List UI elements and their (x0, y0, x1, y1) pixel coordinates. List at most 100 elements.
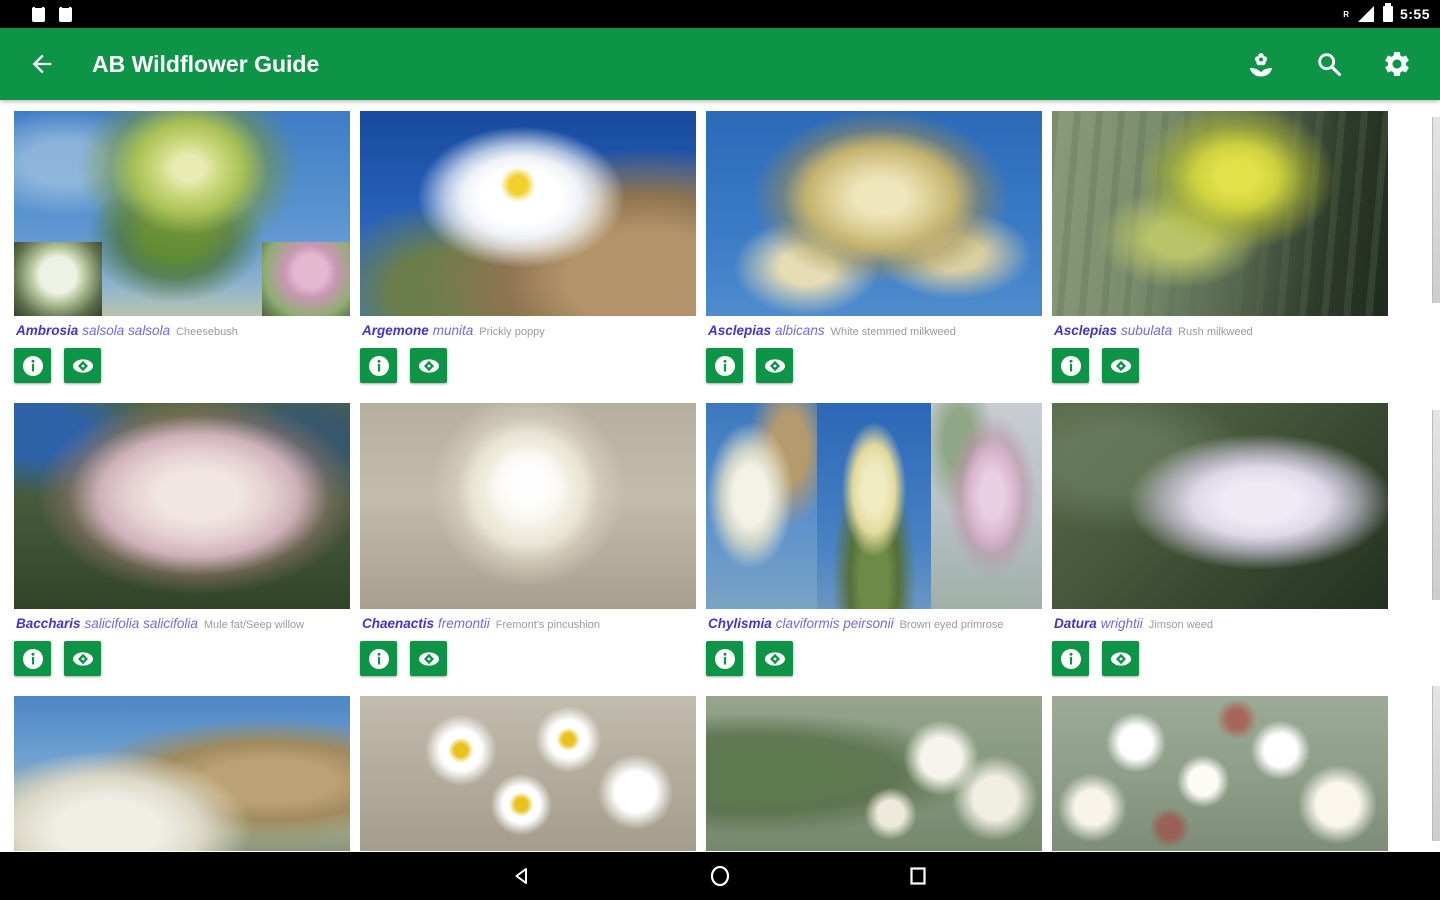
info-button[interactable] (1052, 348, 1089, 383)
next-column-sliver (1432, 410, 1440, 600)
page-title: AB Wildflower Guide (92, 50, 320, 77)
clock: 5:55 (1399, 6, 1430, 22)
species-photo[interactable] (360, 111, 696, 316)
species-name: fremontii (438, 616, 490, 631)
eye-icon (72, 651, 93, 666)
nav-recents-button[interactable] (888, 856, 948, 896)
photo-inset (14, 242, 102, 316)
species-card: Asclepias albicans White stemmed milkweed (706, 111, 1042, 383)
species-caption: Asclepias subulata Rush milkweed (1054, 323, 1386, 338)
search-icon (1318, 53, 1342, 77)
info-button[interactable] (1052, 641, 1089, 676)
notification-icon (59, 4, 72, 22)
info-button[interactable] (360, 641, 397, 676)
eye-button[interactable] (756, 641, 793, 676)
species-card (360, 696, 696, 851)
eye-button[interactable] (410, 641, 447, 676)
eye-icon (764, 358, 785, 373)
eye-button[interactable] (1102, 641, 1139, 676)
flower-filter-button[interactable] (1240, 43, 1282, 85)
gear-icon (1385, 52, 1409, 76)
roaming-indicator: R (1343, 10, 1349, 19)
species-caption: Chaenactis fremontii Fremont's pincushion (362, 616, 694, 631)
info-icon (368, 355, 389, 376)
eye-icon (1110, 651, 1131, 666)
info-button[interactable] (706, 641, 743, 676)
eye-button[interactable] (756, 348, 793, 383)
species-photo[interactable] (360, 403, 696, 609)
species-card: Baccharis salicifolia salicifolia Mule fat… (14, 403, 350, 676)
android-nav-bar (0, 852, 1440, 900)
eye-icon (418, 358, 439, 373)
eye-button[interactable] (1102, 348, 1139, 383)
back-triangle-icon (515, 868, 527, 884)
species-photo[interactable] (1052, 111, 1388, 316)
info-icon (22, 648, 43, 669)
species-card (706, 696, 1042, 851)
info-button[interactable] (706, 348, 743, 383)
info-button[interactable] (360, 348, 397, 383)
info-icon (368, 648, 389, 669)
species-photo[interactable] (14, 403, 350, 609)
genus-name: Argemone (362, 323, 429, 338)
species-card: Ambrosia salsola salsola Cheesebush (14, 111, 350, 383)
nav-back-button[interactable] (492, 856, 552, 896)
eye-button[interactable] (64, 348, 101, 383)
info-icon (714, 648, 735, 669)
genus-name: Chaenactis (362, 616, 435, 631)
species-card: Datura wrightii Jimson weed (1052, 403, 1388, 676)
back-button[interactable] (14, 36, 70, 92)
species-caption: Datura wrightii Jimson weed (1054, 616, 1386, 631)
genus-name: Chylismia (708, 616, 772, 631)
species-name: wrightii (1100, 616, 1143, 631)
info-icon (22, 355, 43, 376)
next-column-sliver (1432, 117, 1440, 303)
info-icon (1060, 648, 1081, 669)
species-photo[interactable] (706, 403, 1042, 609)
genus-name: Ambrosia (16, 323, 79, 338)
app-bar: AB Wildflower Guide (0, 28, 1440, 100)
signal-icon (1357, 6, 1374, 22)
home-circle-icon (710, 865, 730, 887)
nav-home-button[interactable] (690, 856, 750, 896)
species-caption: Ambrosia salsola salsola Cheesebush (16, 323, 348, 338)
species-photo[interactable] (706, 111, 1042, 316)
genus-name: Datura (1054, 616, 1097, 631)
species-name: salicifolia salicifolia (84, 616, 198, 631)
common-name: White stemmed milkweed (830, 326, 956, 338)
common-name: Fremont's pincushion (495, 619, 601, 631)
eye-button[interactable] (410, 348, 447, 383)
notification-icon (32, 4, 45, 22)
settings-button[interactable] (1376, 43, 1418, 85)
genus-name: Asclepias (708, 323, 772, 338)
common-name: Cheesebush (176, 326, 238, 338)
species-name: claviformis peirsonii (775, 616, 894, 631)
species-name: subulata (1121, 323, 1173, 338)
species-name: salsola salsola (82, 323, 171, 338)
common-name: Brown eyed primrose (899, 619, 1004, 631)
species-card: Chaenactis fremontii Fremont's pincushion (360, 403, 696, 676)
species-photo[interactable] (706, 696, 1042, 851)
info-icon (1060, 355, 1081, 376)
species-card: Argemone munita Prickly poppy (360, 111, 696, 383)
genus-name: Asclepias (1054, 323, 1118, 338)
species-photo[interactable] (14, 111, 350, 316)
species-photo[interactable] (14, 696, 350, 851)
eye-icon (764, 651, 785, 666)
info-button[interactable] (14, 348, 51, 383)
species-name: albicans (775, 323, 825, 338)
common-name: Jimson weed (1148, 619, 1213, 631)
species-card (14, 696, 350, 851)
battery-icon (1382, 3, 1393, 22)
species-photo[interactable] (360, 696, 696, 851)
species-caption: Argemone munita Prickly poppy (362, 323, 694, 338)
eye-button[interactable] (64, 641, 101, 676)
search-button[interactable] (1308, 43, 1350, 85)
species-caption: Asclepias albicans White stemmed milkweed (708, 323, 1040, 338)
arrow-left-icon (32, 54, 52, 74)
species-photo[interactable] (1052, 403, 1388, 609)
info-button[interactable] (14, 641, 51, 676)
species-photo[interactable] (1052, 696, 1388, 851)
species-caption: Baccharis salicifolia salicifolia Mule fat… (16, 616, 348, 631)
species-grid: Ambrosia salsola salsola Cheesebush Arge… (0, 100, 1440, 852)
